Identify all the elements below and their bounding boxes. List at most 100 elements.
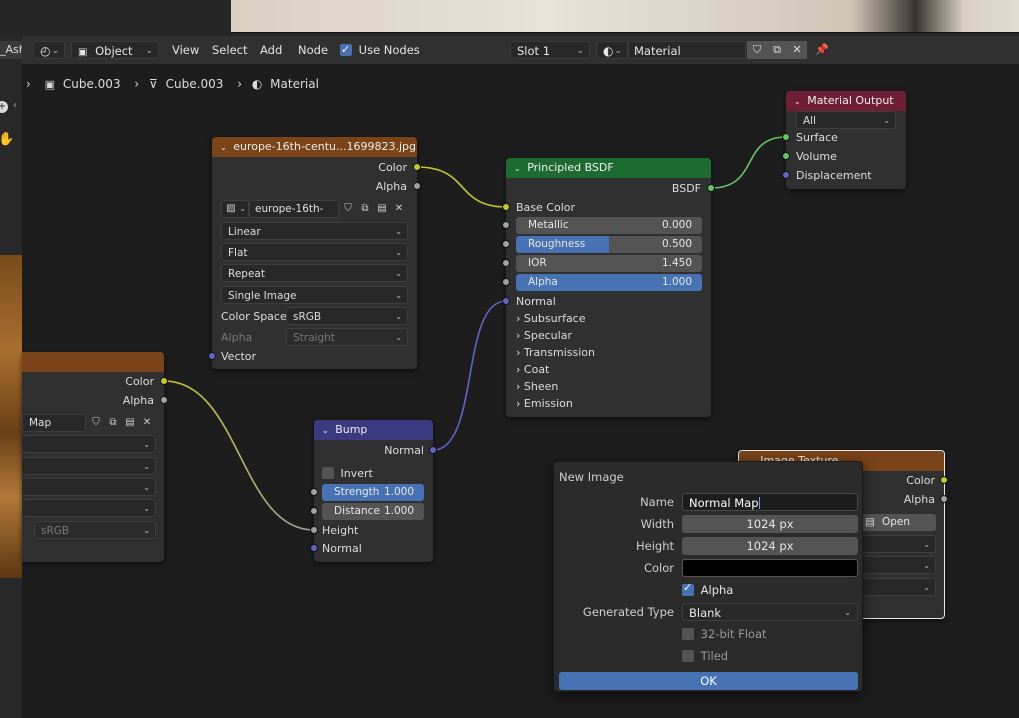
fake-user-icon[interactable]: ⛉ xyxy=(340,201,356,217)
color-swatch[interactable] xyxy=(682,559,858,577)
image-name-field[interactable]: europe-16th-ce... xyxy=(249,200,339,231)
color-space-dropdown[interactable]: sRGB ⌄ xyxy=(286,307,408,325)
roughness-field[interactable]: Roughness 0.500 xyxy=(516,236,702,253)
extension-dropdown[interactable]: Repeat ⌄ xyxy=(221,264,408,282)
ok-button[interactable]: OK xyxy=(559,672,858,690)
node-header[interactable]: ⌄ Principled BSDF xyxy=(506,158,711,178)
fake-user-icon[interactable]: ⛉ xyxy=(88,415,104,431)
projection-dropdown[interactable]: Flat ⌄ xyxy=(221,243,408,261)
name-input[interactable]: Normal Map xyxy=(682,493,858,511)
interpolation-dropdown[interactable]: Linear ⌄ xyxy=(221,222,408,240)
source-dropdown[interactable]: Single Image ⌄ xyxy=(221,286,408,304)
height-field[interactable]: 1024 px xyxy=(682,537,858,555)
socket-strength-in[interactable] xyxy=(310,488,318,496)
socket-normal-out[interactable] xyxy=(429,446,437,454)
float-checkbox[interactable] xyxy=(682,628,694,640)
socket-surface-in[interactable] xyxy=(782,133,790,141)
projection-dropdown[interactable]: ⌄ xyxy=(22,457,156,475)
color-space-label: sRGB xyxy=(41,525,70,537)
socket-alpha-out[interactable] xyxy=(940,495,948,503)
alpha-field[interactable]: Alpha 1.000 xyxy=(516,274,702,291)
projection-dropdown[interactable]: ⌄ xyxy=(859,556,936,574)
socket-color-out[interactable] xyxy=(940,476,948,484)
socket-ior-in[interactable] xyxy=(502,259,510,267)
duplicate-icon[interactable]: ⧉ xyxy=(105,415,121,431)
width-label: Width xyxy=(640,517,674,531)
source-dropdown[interactable]: ⌄ xyxy=(22,499,156,517)
distance-value: 1.000 xyxy=(383,505,414,517)
node-image-texture-left[interactable]: Color Alpha Map ⛉ ⧉ ▤ ✕ ⌄ ⌄ ⌄ ⌄ sRGB ⌄ xyxy=(22,352,164,562)
interpolation-label: Linear xyxy=(228,226,261,238)
socket-color-out[interactable] xyxy=(413,163,421,171)
panel-transmission[interactable]: › Transmission xyxy=(516,344,595,361)
socket-normal-in[interactable] xyxy=(310,544,318,552)
panel-emission[interactable]: › Emission xyxy=(516,395,573,412)
output-target-dropdown[interactable]: All ⌄ xyxy=(796,111,896,129)
extension-dropdown[interactable]: ⌄ xyxy=(859,578,936,596)
projection-label: Flat xyxy=(228,247,248,259)
socket-displacement-in[interactable] xyxy=(782,171,790,179)
alpha-label: Alpha xyxy=(700,583,734,597)
node-image-texture[interactable]: ⌄ europe-16th-centu...1699823.jpg.webp C… xyxy=(212,137,417,369)
chevron-down-icon: ⌄ xyxy=(923,540,930,549)
roughness-value: 0.500 xyxy=(661,238,692,250)
alpha-toggle[interactable]: Alpha xyxy=(682,581,734,597)
width-field[interactable]: 1024 px xyxy=(682,515,858,533)
node-principled-bsdf[interactable]: ⌄ Principled BSDF BSDF Base Color Metall… xyxy=(506,158,711,417)
open-image-button[interactable]: ▤ Open xyxy=(859,514,936,531)
panel-coat[interactable]: › Coat xyxy=(516,361,549,378)
chevron-down-icon: ⌄ xyxy=(883,116,890,125)
panel-specular[interactable]: › Specular xyxy=(516,327,572,344)
ior-field[interactable]: IOR 1.450 xyxy=(516,255,702,272)
image-browse-dropdown[interactable]: ▨ ⌄ xyxy=(221,200,249,218)
input-normal-label: Normal xyxy=(516,295,556,308)
socket-base-color-in[interactable] xyxy=(502,203,510,211)
socket-normal-in[interactable] xyxy=(502,297,510,305)
socket-roughness-in[interactable] xyxy=(502,240,510,248)
socket-alpha-out[interactable] xyxy=(160,396,168,404)
tiled-checkbox[interactable] xyxy=(682,650,694,662)
socket-height-in[interactable] xyxy=(310,526,318,534)
close-icon[interactable]: ✕ xyxy=(391,201,407,217)
socket-alpha-in[interactable] xyxy=(502,278,510,286)
socket-volume-in[interactable] xyxy=(782,152,790,160)
alpha-mode-dropdown[interactable]: Straight ⌄ xyxy=(286,328,408,346)
generated-type-dropdown[interactable]: Blank ⌄ xyxy=(682,603,858,621)
alpha-checkbox[interactable] xyxy=(682,581,694,596)
name-label: Name xyxy=(640,495,674,509)
distance-field[interactable]: Distance 1.000 xyxy=(322,503,424,520)
open-label: Open xyxy=(881,516,910,528)
node-header[interactable]: ⌄ europe-16th-centu...1699823.jpg.webp xyxy=(212,137,417,157)
tiled-toggle[interactable]: Tiled xyxy=(682,649,728,663)
invert-checkbox[interactable] xyxy=(322,467,334,479)
strength-field[interactable]: Strength 1.000 xyxy=(322,484,424,501)
interpolation-dropdown[interactable]: ⌄ xyxy=(22,435,156,453)
node-material-output[interactable]: ⌄ Material Output All ⌄ Surface Volume D… xyxy=(786,91,906,189)
node-header[interactable]: ⌄ Bump xyxy=(314,420,433,440)
invert-toggle[interactable]: Invert xyxy=(322,465,373,482)
metallic-field[interactable]: Metallic 0.000 xyxy=(516,217,702,234)
chevron-down-icon: ⌄ xyxy=(395,227,402,236)
duplicate-icon[interactable]: ⧉ xyxy=(357,201,373,217)
node-header[interactable] xyxy=(22,352,164,372)
socket-distance-in[interactable] xyxy=(310,507,318,515)
folder-icon[interactable]: ▤ xyxy=(374,201,390,217)
float-toggle[interactable]: 32-bit Float xyxy=(682,627,767,641)
socket-bsdf-out[interactable] xyxy=(707,184,715,192)
socket-metallic-in[interactable] xyxy=(502,221,510,229)
folder-icon[interactable]: ▤ xyxy=(122,415,138,431)
panel-sheen[interactable]: › Sheen xyxy=(516,378,558,395)
node-header[interactable]: ⌄ Material Output xyxy=(786,91,906,111)
new-image-dialog[interactable]: New Image Name Normal Map Width 1024 px … xyxy=(553,461,863,692)
extension-dropdown[interactable]: ⌄ xyxy=(22,478,156,496)
socket-color-out[interactable] xyxy=(160,377,168,385)
close-icon[interactable]: ✕ xyxy=(139,415,155,431)
panel-subsurface[interactable]: › Subsurface xyxy=(516,310,586,327)
socket-alpha-out[interactable] xyxy=(413,182,421,190)
link-color-basecolor xyxy=(416,166,507,208)
color-space-dropdown[interactable]: sRGB ⌄ xyxy=(34,521,156,539)
image-name-field[interactable]: Map xyxy=(22,414,86,432)
interpolation-dropdown[interactable]: ⌄ xyxy=(859,535,936,553)
node-bump[interactable]: ⌄ Bump Normal Invert Strength 1.000 Dist… xyxy=(314,420,433,562)
socket-vector-in[interactable] xyxy=(208,352,216,360)
